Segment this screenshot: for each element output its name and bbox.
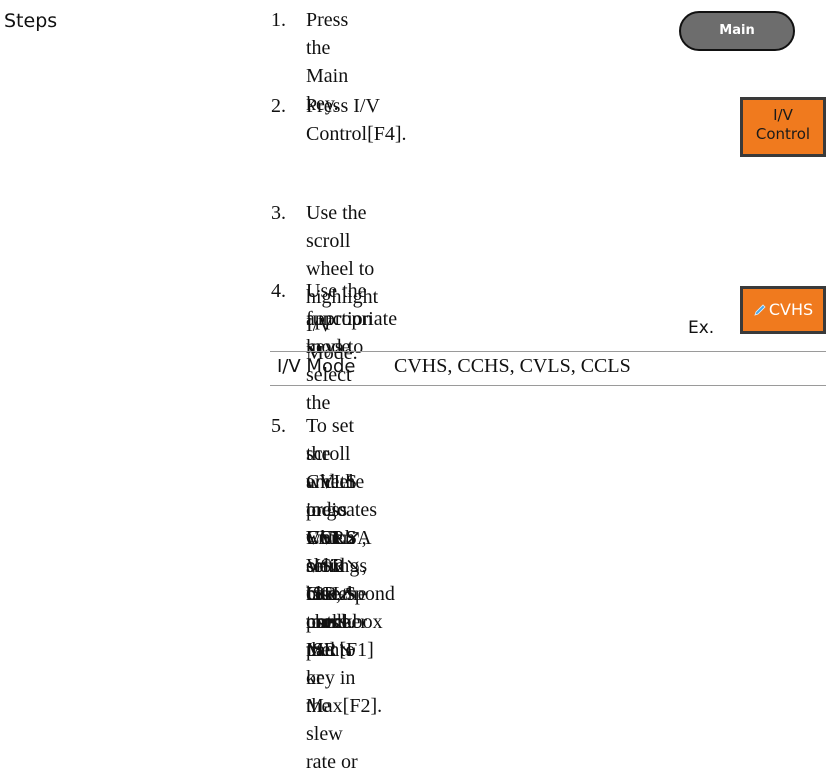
steps-label: Steps [4,10,58,32]
step-number: 2. [271,95,286,117]
step-number: 1. [271,9,286,31]
mode-table-label: I/V Mode [277,356,356,377]
cvhs-key-label: CVHS [768,300,814,319]
cvhs-key-button[interactable]: CVHS [740,286,826,334]
step-number: 5. [271,415,286,437]
pencil-icon [754,304,766,316]
iv-control-key-button[interactable]: I/V Control [740,97,826,157]
iv-control-key-line2: Control [755,125,811,143]
step-text-line: press Min[F1] or Max[F2]. [306,611,383,717]
step-number: 3. [271,202,286,224]
mode-table-row: I/V Mode CVHS, CCHS, CVLS, CCLS [270,351,826,386]
mode-table-value: CVHS, CCHS, CVLS, CCLS [394,355,631,377]
main-key-button[interactable]: Main [679,11,795,51]
example-label: Ex. [688,318,715,338]
iv-control-key-line1: I/V [773,106,793,124]
step-number: 4. [271,280,286,302]
step-text: Press I/V Control[F4]. [306,95,407,145]
